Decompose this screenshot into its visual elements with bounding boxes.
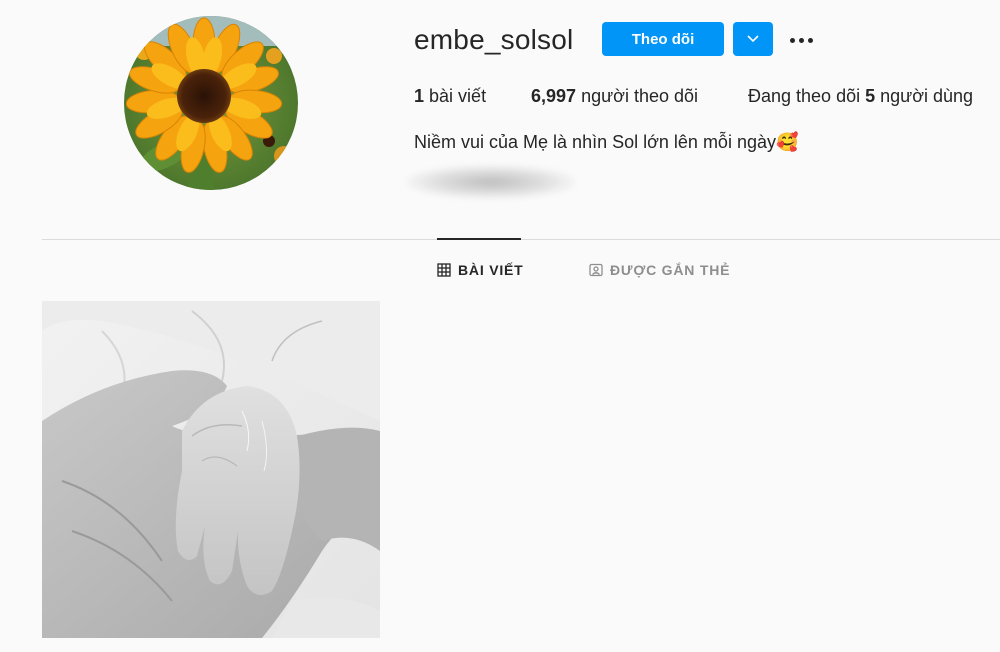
tab-posts-label: BÀI VIẾT: [458, 262, 524, 278]
sunflower-avatar-image: [124, 16, 298, 190]
hands-photo-image: [42, 301, 380, 638]
tagged-user-icon: [589, 263, 603, 277]
post-thumbnail[interactable]: [42, 301, 380, 638]
tab-tagged[interactable]: ĐƯỢC GẮN THẺ: [589, 262, 730, 278]
tab-tagged-label: ĐƯỢC GẮN THẺ: [610, 262, 731, 278]
profile-username: embe_solsol: [414, 24, 574, 55]
profile-avatar[interactable]: [124, 16, 298, 190]
followers-stat[interactable]: 6,997 người theo dõi: [531, 86, 698, 107]
profile-divider: [42, 239, 1000, 240]
tab-posts[interactable]: BÀI VIẾT: [437, 262, 524, 278]
posts-count: 1: [414, 86, 425, 106]
followers-count: 6,997: [531, 86, 577, 106]
posts-count-stat: 1 bài viết: [414, 86, 486, 107]
chevron-down-icon: [747, 35, 759, 43]
following-count: 5: [865, 86, 876, 106]
following-prefix: Đang theo dõi: [748, 86, 861, 106]
suggested-accounts-dropdown-button[interactable]: [733, 22, 773, 56]
more-options-icon: [789, 37, 795, 43]
following-stat[interactable]: Đang theo dõi 5 người dùng: [748, 86, 973, 107]
follow-button[interactable]: Theo dõi: [602, 22, 724, 56]
posts-label: bài viết: [429, 86, 487, 106]
following-suffix: người dùng: [880, 86, 974, 106]
profile-bio: Niềm vui của Mẹ là nhìn Sol lớn lên mỗi …: [414, 132, 799, 152]
followers-label: người theo dõi: [581, 86, 698, 106]
grid-icon: [437, 263, 451, 277]
active-tab-indicator: [437, 238, 521, 240]
redacted-bio-link: [406, 165, 576, 199]
more-options-button[interactable]: [786, 28, 816, 52]
